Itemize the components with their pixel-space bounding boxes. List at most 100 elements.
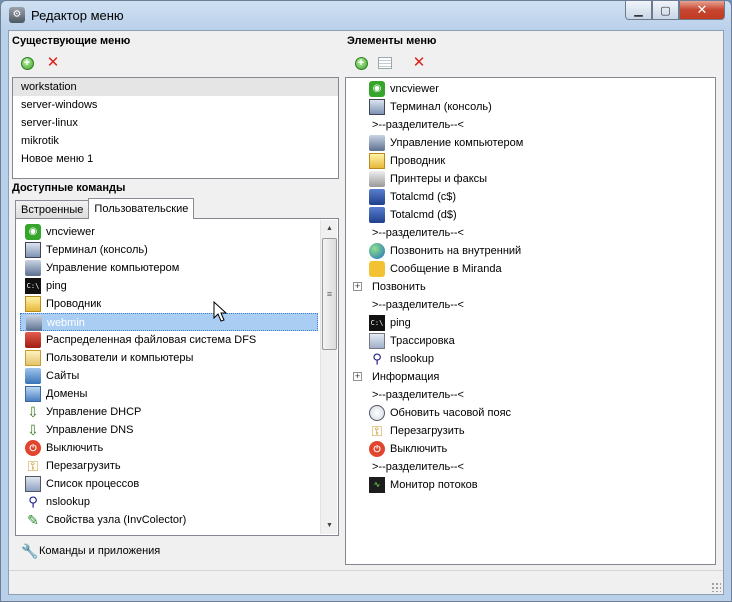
commands-title: Доступные команды	[12, 182, 126, 194]
command-label: webmin	[47, 317, 85, 329]
existing-menus-list: workstation server-windows server-linux mik…	[12, 77, 339, 179]
dhcp-icon: ⇩	[27, 404, 39, 420]
tree-item-label: Принтеры и факсы	[390, 173, 488, 185]
menu-list-item[interactable]: server-windows	[13, 96, 338, 114]
tree-separator[interactable]: >--разделитель--<	[346, 458, 715, 476]
close-button[interactable]: ✕	[679, 1, 725, 20]
menu-list-item[interactable]: server-linux	[13, 114, 338, 132]
tree-item[interactable]: ⚿ Перезагрузить	[346, 422, 715, 440]
floppy-icon	[369, 207, 385, 223]
add-element-button[interactable]: +	[353, 55, 369, 71]
tree-item-label: >--разделитель--<	[372, 227, 464, 239]
command-item[interactable]: C:\ ping	[20, 277, 318, 295]
command-label: Свойства узла (InvColector)	[46, 514, 187, 526]
command-item[interactable]: webmin	[20, 313, 318, 331]
delete-menu-button[interactable]: ✕	[45, 55, 61, 71]
resize-grip[interactable]	[711, 582, 721, 592]
scroll-thumb[interactable]: ≡	[322, 238, 337, 350]
tree-item[interactable]: Сообщение в Miranda	[346, 260, 715, 278]
tree-item-label: >--разделитель--<	[372, 119, 464, 131]
tree-item-label: >--разделитель--<	[372, 461, 464, 473]
add-separator-button[interactable]	[377, 55, 393, 71]
eye-icon: ◉	[25, 224, 41, 240]
scroll-down-button[interactable]: ▼	[321, 517, 338, 534]
tree-item-label: Проводник	[390, 155, 446, 167]
expand-icon[interactable]: +	[353, 372, 362, 381]
command-item[interactable]: Пользователи и компьютеры	[20, 349, 318, 367]
command-label: Пользователи и компьютеры	[46, 352, 194, 364]
add-icon: +	[20, 56, 34, 70]
separator-icon	[378, 57, 392, 69]
tree-item-label: Выключить	[390, 443, 448, 455]
tree-item-label: Позвонить на внутренний	[390, 245, 522, 257]
command-item[interactable]: ⚲ nslookup	[20, 493, 318, 511]
commands-scrollbar[interactable]: ▲ ≡ ▼	[320, 220, 337, 534]
tab-builtin[interactable]: Встроенные	[15, 200, 90, 219]
delete-element-button[interactable]: ✕	[411, 55, 427, 71]
command-item[interactable]: Проводник	[20, 295, 318, 313]
tree-item-label: Позвонить	[372, 281, 426, 293]
maximize-button[interactable]: ▢	[652, 1, 679, 20]
tree-item[interactable]: Проводник	[346, 152, 715, 170]
tree-item[interactable]: Терминал (консоль)	[346, 98, 715, 116]
tree-item[interactable]: Трассировка	[346, 332, 715, 350]
key-icon: ⚿	[371, 423, 383, 439]
command-item[interactable]: ⚿ Перезагрузить	[20, 457, 318, 475]
tab-custom[interactable]: Пользовательские	[88, 198, 195, 219]
menu-list-item[interactable]: mikrotik	[13, 132, 338, 150]
tree-item[interactable]: ◉ vncviewer	[346, 80, 715, 98]
tree-separator[interactable]: >--разделитель--<	[346, 386, 715, 404]
tree-item[interactable]: ∿ Монитор потоков	[346, 476, 715, 494]
tree-item[interactable]: ⚲ nslookup	[346, 350, 715, 368]
tree-item[interactable]: Обновить часовой пояс	[346, 404, 715, 422]
tree-item-label: vncviewer	[390, 83, 439, 95]
tree-item-label: Обновить часовой пояс	[390, 407, 512, 419]
tree-item-label: ping	[390, 317, 411, 329]
expand-icon[interactable]: +	[353, 282, 362, 291]
command-label: Перезагрузить	[46, 460, 121, 472]
menu-list-item[interactable]: workstation	[13, 78, 338, 96]
command-item[interactable]: ◉ vncviewer	[20, 223, 318, 241]
inventory-icon: ✎	[27, 512, 39, 528]
command-item[interactable]: Сайты	[20, 367, 318, 385]
terminal-icon	[369, 99, 385, 115]
tree-item[interactable]: C:\ ping	[346, 314, 715, 332]
tree-item[interactable]: ⏻ Выключить	[346, 440, 715, 458]
tree-separator[interactable]: >--разделитель--<	[346, 224, 715, 242]
menu-elements-tree: ◉ vncviewer Терминал (консоль) >--разделите…	[345, 77, 716, 565]
command-label: Выключить	[46, 442, 104, 454]
scroll-up-button[interactable]: ▲	[321, 220, 338, 237]
tree-item[interactable]: Totalcmd (c$)	[346, 188, 715, 206]
tree-group[interactable]: + Информация	[346, 368, 715, 386]
tree-item[interactable]: Управление компьютером	[346, 134, 715, 152]
command-item[interactable]: ✎ Свойства узла (InvColector)	[20, 511, 318, 529]
tree-item[interactable]: Принтеры и факсы	[346, 170, 715, 188]
existing-menus-title: Существующие меню	[12, 35, 131, 47]
title-bar[interactable]: ⚙ Редактор меню ▁ ▢ ✕	[1, 1, 731, 29]
tree-item-label: Монитор потоков	[390, 479, 478, 491]
tree-separator[interactable]: >--разделитель--<	[346, 296, 715, 314]
explorer-icon	[369, 153, 385, 169]
tree-separator[interactable]: >--разделитель--<	[346, 116, 715, 134]
wrench-icon: 🔧	[21, 543, 39, 559]
command-item[interactable]: Список процессов	[20, 475, 318, 493]
commands-apps-link[interactable]: 🔧 Команды и приложения	[21, 543, 160, 559]
tree-group[interactable]: + Позвонить	[346, 278, 715, 296]
command-item[interactable]: Управление компьютером	[20, 259, 318, 277]
minimize-button[interactable]: ▁	[625, 1, 652, 20]
command-label: ping	[46, 280, 67, 292]
command-item[interactable]: Распределенная файловая система DFS	[20, 331, 318, 349]
tree-item-label: Трассировка	[390, 335, 455, 347]
tree-item[interactable]: Totalcmd (d$)	[346, 206, 715, 224]
command-item[interactable]: Домены	[20, 385, 318, 403]
command-item[interactable]: Терминал (консоль)	[20, 241, 318, 259]
tree-item-label: Управление компьютером	[390, 137, 524, 149]
command-item[interactable]: ⇩ Управление DHCP	[20, 403, 318, 421]
add-menu-button[interactable]: +	[19, 55, 35, 71]
key-icon: ⚿	[27, 458, 39, 474]
command-item[interactable]: ⇩ Управление DNS	[20, 421, 318, 439]
tree-item[interactable]: Позвонить на внутренний	[346, 242, 715, 260]
menu-list-item[interactable]: Новое меню 1	[13, 150, 338, 168]
clock-icon	[369, 405, 385, 421]
command-item[interactable]: ⏻ Выключить	[20, 439, 318, 457]
